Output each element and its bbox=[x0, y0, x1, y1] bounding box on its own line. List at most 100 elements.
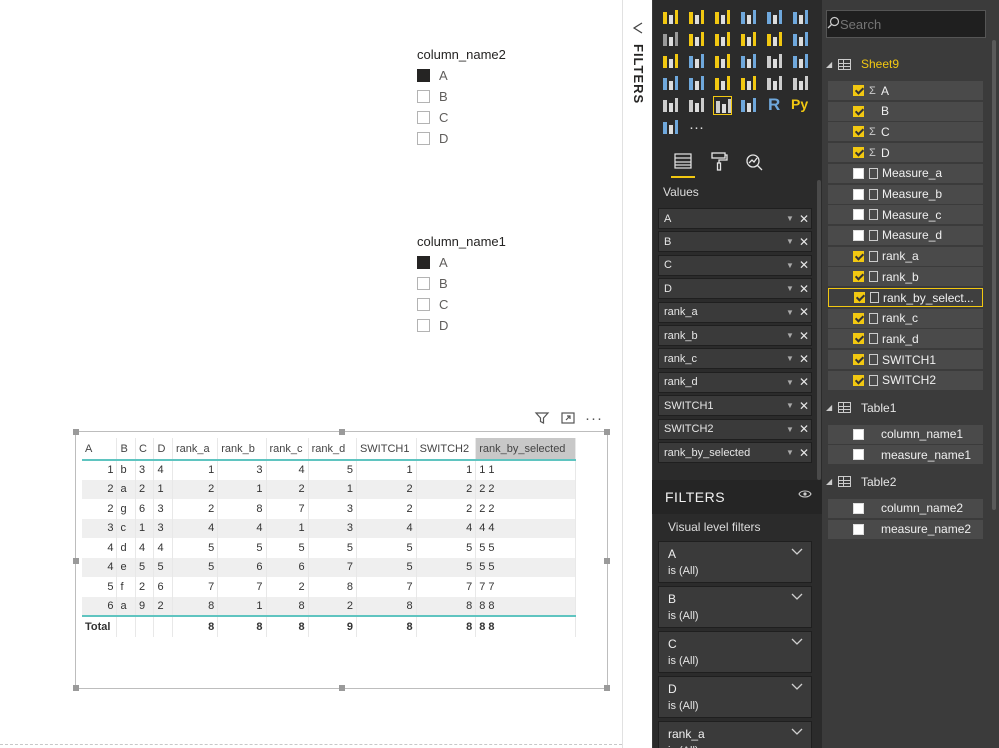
line-clustered-icon[interactable] bbox=[765, 30, 784, 49]
field-item[interactable]: rank_a bbox=[828, 246, 983, 266]
matrix-icon[interactable] bbox=[739, 96, 758, 115]
chevron-down-icon[interactable]: ▼ bbox=[783, 237, 797, 246]
field-checkbox[interactable] bbox=[853, 188, 864, 200]
slicer-item[interactable]: D bbox=[417, 315, 506, 336]
field-checkbox[interactable] bbox=[853, 449, 864, 461]
field-item[interactable]: B bbox=[828, 101, 983, 121]
globe-icon[interactable] bbox=[661, 118, 680, 137]
field-item[interactable]: ΣA bbox=[828, 81, 983, 100]
field-item[interactable]: rank_b bbox=[828, 267, 983, 287]
field-item[interactable]: Measure_b bbox=[828, 184, 983, 204]
eye-icon[interactable] bbox=[798, 488, 812, 502]
resize-handle[interactable] bbox=[339, 685, 345, 691]
field-item[interactable]: column_name2 bbox=[828, 498, 983, 518]
analytics-tab[interactable] bbox=[739, 148, 771, 178]
slicer-checkbox[interactable] bbox=[417, 319, 430, 332]
table-node-table2[interactable]: ◢ Table2 bbox=[826, 472, 896, 492]
slicer-item[interactable]: C bbox=[417, 294, 506, 315]
column-header[interactable]: C bbox=[135, 438, 155, 460]
waterfall-icon[interactable] bbox=[661, 52, 680, 71]
close-icon[interactable]: ✕ bbox=[797, 446, 811, 460]
chevron-down-icon[interactable]: ▼ bbox=[783, 425, 797, 434]
close-icon[interactable]: ✕ bbox=[797, 399, 811, 413]
field-checkbox[interactable] bbox=[853, 167, 864, 179]
chevron-down-icon[interactable] bbox=[791, 590, 803, 604]
fields-tab[interactable] bbox=[667, 148, 699, 178]
filter-card-b[interactable]: Bis (All) bbox=[658, 586, 812, 628]
column-header[interactable]: rank_d bbox=[308, 438, 357, 460]
resize-handle[interactable] bbox=[604, 429, 610, 435]
value-well-rank_b[interactable]: rank_b ▼ ✕ bbox=[658, 325, 812, 346]
r-visual-icon[interactable]: R bbox=[765, 95, 784, 115]
value-well-c[interactable]: C ▼ ✕ bbox=[658, 254, 812, 276]
column-header[interactable]: rank_a bbox=[172, 438, 219, 460]
collapse-arrow-icon[interactable]: ◢ bbox=[826, 403, 838, 412]
slicer-checkbox[interactable] bbox=[417, 298, 430, 311]
format-tab[interactable] bbox=[703, 148, 735, 178]
field-item[interactable]: column_name1 bbox=[828, 424, 983, 444]
pie-icon[interactable] bbox=[713, 52, 732, 71]
chevron-down-icon[interactable]: ▼ bbox=[783, 448, 797, 457]
column-header[interactable]: D bbox=[153, 438, 173, 460]
slicer-item[interactable]: B bbox=[417, 273, 506, 294]
column-header[interactable]: A bbox=[82, 438, 118, 460]
report-canvas[interactable]: column_name2 ABCD column_name1 ABCD ··· bbox=[0, 0, 622, 748]
value-well-rank_by_selected[interactable]: rank_by_selected ▼ ✕ bbox=[658, 442, 812, 463]
slicer-column-name2[interactable]: column_name2 ABCD bbox=[417, 47, 506, 149]
multirow-card-icon[interactable] bbox=[791, 74, 810, 93]
column-header[interactable]: rank_by_selected bbox=[475, 438, 576, 460]
filter-icon[interactable] bbox=[533, 410, 551, 428]
slicer-column-name1[interactable]: column_name1 ABCD bbox=[417, 234, 506, 336]
value-well-rank_c[interactable]: rank_c ▼ ✕ bbox=[658, 348, 812, 370]
stacked-bar-icon[interactable] bbox=[661, 8, 680, 27]
chevron-down-icon[interactable]: ▼ bbox=[783, 354, 797, 363]
search-input[interactable] bbox=[840, 16, 999, 32]
slicer-checkbox[interactable] bbox=[417, 256, 430, 269]
donut-icon[interactable] bbox=[739, 52, 758, 71]
close-icon[interactable]: ✕ bbox=[797, 375, 811, 389]
column-header[interactable]: SWITCH2 bbox=[416, 438, 477, 460]
filled-map-icon[interactable] bbox=[661, 74, 680, 93]
100-column-icon[interactable] bbox=[791, 8, 810, 27]
column-header[interactable]: rank_c bbox=[266, 438, 309, 460]
resize-handle[interactable] bbox=[73, 685, 79, 691]
ribbon-chart-icon[interactable] bbox=[791, 30, 810, 49]
slicer-checkbox[interactable] bbox=[417, 132, 430, 145]
field-checkbox[interactable] bbox=[853, 374, 864, 386]
field-checkbox[interactable] bbox=[853, 354, 864, 366]
field-checkbox[interactable] bbox=[853, 126, 864, 138]
clustered-column-icon[interactable] bbox=[739, 8, 758, 27]
clustered-bar-icon[interactable] bbox=[713, 8, 732, 27]
field-checkbox[interactable] bbox=[853, 209, 864, 221]
value-well-switch1[interactable]: SWITCH1 ▼ ✕ bbox=[658, 395, 812, 417]
close-icon[interactable]: ✕ bbox=[797, 235, 811, 249]
field-item[interactable]: rank_d bbox=[828, 329, 983, 349]
kpi-icon[interactable] bbox=[661, 96, 680, 115]
field-item[interactable]: measure_name2 bbox=[828, 519, 983, 539]
search-box[interactable] bbox=[826, 10, 999, 38]
focus-mode-icon[interactable] bbox=[559, 410, 577, 428]
column-header[interactable]: rank_b bbox=[217, 438, 267, 460]
field-item[interactable]: SWITCH2 bbox=[828, 370, 983, 390]
slicer-checkbox[interactable] bbox=[417, 90, 430, 103]
resize-handle[interactable] bbox=[604, 685, 610, 691]
column-header[interactable]: B bbox=[116, 438, 136, 460]
value-well-rank_d[interactable]: rank_d ▼ ✕ bbox=[658, 371, 812, 393]
field-item[interactable]: measure_name1 bbox=[828, 445, 983, 465]
fields-scrollbar[interactable] bbox=[992, 40, 996, 510]
field-item[interactable]: Measure_a bbox=[828, 163, 983, 183]
chevron-down-icon[interactable]: ▼ bbox=[783, 378, 797, 387]
field-checkbox[interactable] bbox=[853, 85, 864, 96]
field-checkbox[interactable] bbox=[853, 271, 864, 283]
slicer-icon[interactable] bbox=[687, 96, 706, 115]
chevron-down-icon[interactable] bbox=[791, 680, 803, 694]
resize-handle[interactable] bbox=[73, 429, 79, 435]
slicer-item[interactable]: B bbox=[417, 86, 506, 107]
field-checkbox[interactable] bbox=[853, 229, 864, 241]
stacked-column-icon[interactable] bbox=[687, 8, 706, 27]
field-checkbox[interactable] bbox=[853, 105, 864, 117]
expand-filters-icon[interactable] bbox=[632, 22, 644, 37]
field-item[interactable]: ΣC bbox=[828, 122, 983, 142]
slicer-item[interactable]: A bbox=[417, 252, 506, 273]
chevron-down-icon[interactable]: ▼ bbox=[783, 284, 797, 293]
